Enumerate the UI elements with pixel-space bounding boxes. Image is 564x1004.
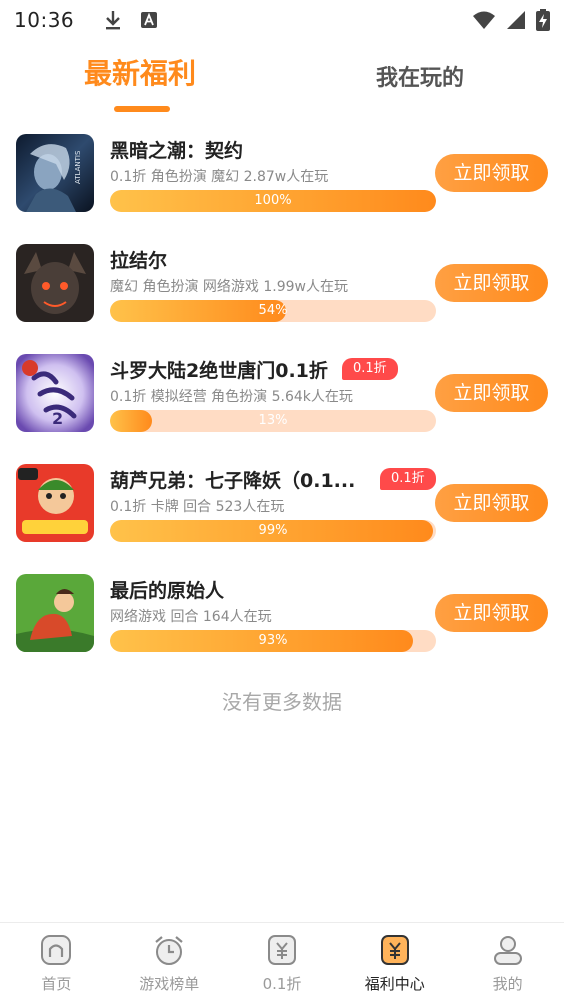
dark-tide-icon[interactable]: ATLANTIS: [16, 134, 94, 212]
tab-bar: 最新福利 我在玩的: [0, 52, 564, 112]
active-tab-indicator: [114, 106, 170, 112]
claim-now-button[interactable]: 立即领取: [435, 154, 548, 192]
claim-progress-bar: 13%: [110, 410, 436, 432]
nav-item-mine[interactable]: 我的: [451, 923, 564, 1004]
nav-label: 福利中心: [364, 975, 425, 993]
yen-card-icon: [267, 935, 296, 965]
discount-badge: 0.1折: [342, 358, 398, 380]
nav-item-game-ranking[interactable]: 游戏榜单: [113, 923, 226, 1004]
claim-now-button[interactable]: 立即领取: [435, 374, 548, 412]
progress-label: 54%: [258, 303, 288, 318]
svg-text:ATLANTIS: ATLANTIS: [74, 150, 82, 184]
bottom-navigation: 首页 游戏榜单 0.1折 福利中心 我的: [0, 922, 564, 1004]
nav-label: 游戏榜单: [139, 975, 200, 993]
alarm-clock-icon: [155, 936, 183, 965]
huluxiongdi-icon[interactable]: [16, 464, 94, 542]
claim-progress-bar: 99%: [110, 520, 436, 542]
last-caveman-icon[interactable]: [16, 574, 94, 652]
download-icon: [106, 11, 121, 30]
user-icon: [493, 936, 522, 965]
nav-item-discount[interactable]: 0.1折: [226, 923, 339, 1004]
no-more-data-text: 没有更多数据: [222, 690, 342, 714]
status-bar: 10:36: [0, 0, 564, 40]
nav-label: 我的: [492, 975, 523, 993]
game-title[interactable]: 最后的原始人: [110, 576, 224, 603]
claim-now-button[interactable]: 立即领取: [435, 484, 548, 522]
wifi-icon: [473, 11, 495, 29]
claim-now-button[interactable]: 立即领取: [435, 594, 548, 632]
game-title[interactable]: 斗罗大陆2绝世唐门0.1折: [110, 356, 328, 383]
claim-progress-bar: 100%: [110, 190, 436, 212]
battery-charging-icon: [536, 9, 550, 31]
progress-label: 13%: [258, 413, 288, 428]
cell-signal-icon: [507, 11, 525, 29]
status-time: 10:36: [14, 8, 75, 32]
app-notification-icon: [141, 12, 158, 28]
douluo-icon[interactable]: 2: [16, 354, 94, 432]
list-item: ATLANTIS 黑暗之潮：契约 0.1折 角色扮演 魔幻 2.87w人在玩 1…: [0, 124, 564, 234]
discount-badge: 0.1折: [380, 468, 436, 490]
progress-label: 93%: [258, 633, 288, 648]
game-title[interactable]: 拉结尔: [110, 246, 167, 273]
tab-my-playing[interactable]: 我在玩的: [376, 60, 464, 92]
nav-item-home[interactable]: 首页: [0, 923, 113, 1004]
home-icon: [41, 935, 72, 965]
svg-text:2: 2: [52, 409, 63, 428]
yen-card-filled-icon: [380, 935, 409, 965]
game-meta: 0.1折 卡牌 回合 523人在玩: [110, 499, 285, 515]
lajieer-icon[interactable]: [16, 244, 94, 322]
progress-label: 100%: [254, 193, 292, 208]
nav-item-welfare-center[interactable]: 福利中心: [338, 923, 451, 1004]
game-title[interactable]: 黑暗之潮：契约: [110, 136, 243, 163]
nav-label: 首页: [41, 975, 72, 993]
progress-label: 99%: [258, 523, 288, 538]
list-item: 拉结尔 魔幻 角色扮演 网络游戏 1.99w人在玩 54% 立即领取: [0, 234, 564, 344]
list-item: 最后的原始人 网络游戏 回合 164人在玩 93% 立即领取: [0, 564, 564, 674]
list-item: 葫芦兄弟：七子降妖（0.1... 0.1折 0.1折 卡牌 回合 523人在玩 …: [0, 454, 564, 564]
game-meta: 0.1折 模拟经营 角色扮演 5.64k人在玩: [110, 389, 353, 405]
game-meta: 魔幻 角色扮演 网络游戏 1.99w人在玩: [110, 279, 348, 295]
claim-progress-bar: 54%: [110, 300, 436, 322]
nav-label: 0.1折: [262, 975, 302, 993]
tab-latest-welfare[interactable]: 最新福利: [84, 52, 196, 92]
game-meta: 网络游戏 回合 164人在玩: [110, 609, 272, 625]
welfare-game-list: ATLANTIS 黑暗之潮：契约 0.1折 角色扮演 魔幻 2.87w人在玩 1…: [0, 124, 564, 674]
game-title[interactable]: 葫芦兄弟：七子降妖（0.1...: [110, 466, 355, 493]
claim-progress-bar: 93%: [110, 630, 436, 652]
claim-now-button[interactable]: 立即领取: [435, 264, 548, 302]
list-item: 2 斗罗大陆2绝世唐门0.1折 0.1折 0.1折 模拟经营 角色扮演 5.64…: [0, 344, 564, 454]
game-meta: 0.1折 角色扮演 魔幻 2.87w人在玩: [110, 169, 329, 185]
